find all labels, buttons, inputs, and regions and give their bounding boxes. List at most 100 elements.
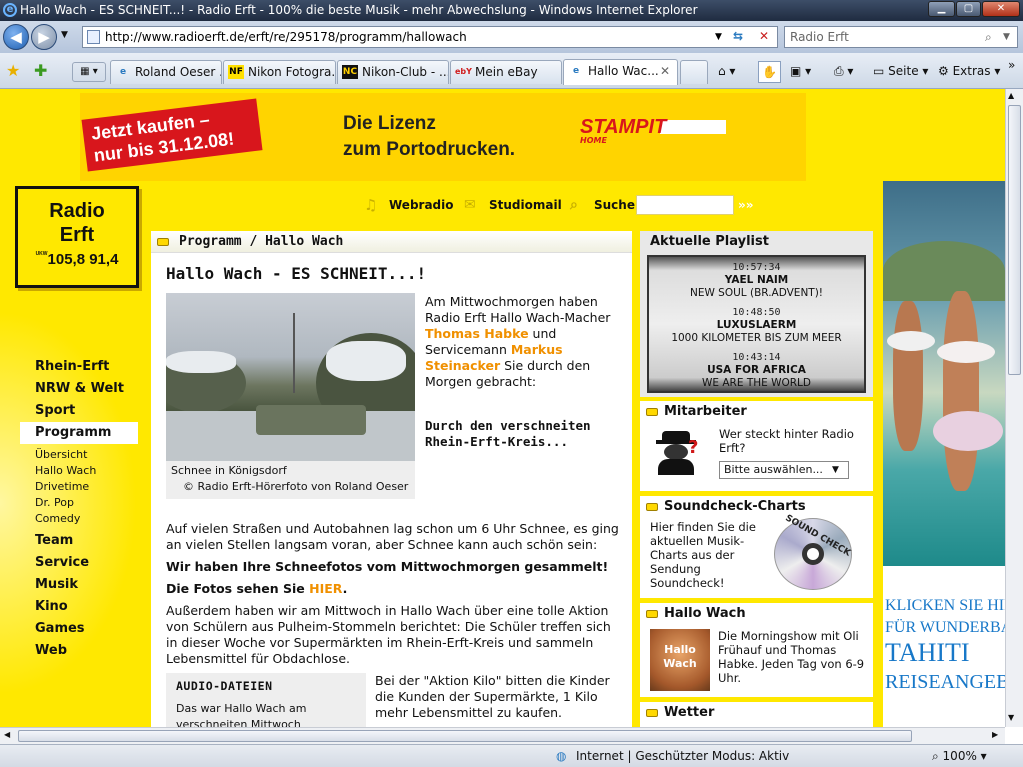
header-marker-icon: [646, 503, 658, 511]
address-bar: ◀ ▶ ▼ http://www.radioerft.de/erft/re/29…: [0, 21, 1023, 53]
stampit-sub: HOME: [580, 136, 607, 145]
print-icon[interactable]: ⎙ ▾: [834, 61, 853, 81]
scroll-down-icon[interactable]: ▼: [1008, 713, 1014, 722]
stop-icon[interactable]: ✕: [759, 27, 769, 46]
tab-nikon-club[interactable]: NC Nikon-Club - ...: [337, 60, 449, 84]
url-input[interactable]: http://www.radioerft.de/erft/re/295178/p…: [82, 26, 778, 48]
vertical-scrollbar[interactable]: ▲ ▼: [1005, 89, 1023, 727]
maximize-button[interactable]: ▢: [956, 1, 981, 17]
playlist-time: 10:48:50: [732, 307, 781, 318]
favorites-star-icon[interactable]: ★: [6, 61, 20, 80]
mitarbeiter-header: Mitarbeiter: [640, 401, 873, 423]
page-menu[interactable]: ▭ Seite ▾: [873, 61, 928, 81]
ebay-icon: ebY: [455, 67, 472, 76]
scroll-left-icon[interactable]: ◀: [4, 730, 10, 739]
webradio-link[interactable]: Webradio: [389, 195, 454, 215]
nav-programm[interactable]: Programm: [20, 422, 138, 444]
nav-service[interactable]: Service: [20, 552, 138, 574]
logo-line2: Erft: [59, 224, 95, 246]
refresh-icon[interactable]: ⇆: [733, 27, 743, 46]
nav-sub-comedy[interactable]: Comedy: [20, 511, 138, 527]
radio-erft-logo[interactable]: Radio Erft UKW105,8 91,4: [15, 186, 139, 288]
caption-text: Schnee in Königsdorf: [171, 464, 287, 477]
mitarbeiter-select[interactable]: Bitte auswählen... ▼: [719, 461, 849, 479]
header-marker-icon: [646, 709, 658, 717]
chevron-down-icon: ▼: [832, 465, 839, 475]
back-button[interactable]: ◀: [3, 24, 29, 50]
playlist-artist: USA FOR AFRICA: [707, 364, 806, 376]
soundcheck-cd-icon[interactable]: SOUND CHECK: [774, 513, 852, 590]
playlist-title: Aktuelle Playlist: [650, 234, 769, 249]
hallo-wach-title: Hallo Wach: [664, 606, 746, 621]
home-icon[interactable]: ⌂ ▾: [718, 61, 735, 81]
security-zone[interactable]: Internet | Geschützter Modus: Aktiv: [576, 745, 789, 767]
globe-icon: ◍: [556, 749, 567, 763]
ad-line2: FÜR WUNDERBA: [885, 619, 1005, 636]
new-tab-button[interactable]: [680, 60, 708, 84]
hallo-wach-header: Hallo Wach: [640, 603, 873, 625]
nav-web[interactable]: Web: [20, 640, 138, 662]
audio-files-text[interactable]: Das war Hallo Wach am verschneiten Mittw…: [176, 701, 356, 727]
studiomail-link[interactable]: Studiomail: [489, 195, 562, 215]
hallo-wach-thumbnail[interactable]: Hallo Wach: [650, 629, 710, 691]
search-input[interactable]: Radio Erft ⌕ ▼: [784, 26, 1018, 48]
tab-roland-oeser[interactable]: e Roland Oeser ...: [110, 60, 222, 84]
site-search-go-button[interactable]: »»: [738, 195, 754, 215]
horizontal-scroll-thumb[interactable]: [18, 730, 912, 742]
close-button[interactable]: ✕: [982, 1, 1020, 17]
more-tools-icon[interactable]: »: [1008, 55, 1015, 75]
feeds-icon[interactable]: ▣ ▾: [790, 61, 811, 81]
tab-hallo-wach[interactable]: e Hallo Wac... ✕: [563, 59, 678, 85]
url-dropdown-icon[interactable]: ▼: [715, 27, 722, 47]
nav-sub-hallo-wach[interactable]: Hallo Wach: [20, 463, 138, 479]
hallo-wach-box: Hallo Wach Hallo Wach Die Morningshow mi…: [640, 603, 873, 697]
snow-photo[interactable]: [166, 293, 415, 461]
playlist-display: 10:57:34 YAEL NAIM NEW SOUL (BR.ADVENT)!…: [647, 255, 866, 393]
nav-games[interactable]: Games: [20, 618, 138, 640]
hand-icon[interactable]: ✋: [758, 61, 781, 83]
tab-mein-ebay[interactable]: ebY Mein eBay: [450, 60, 562, 84]
nav-sub-dr-pop[interactable]: Dr. Pop: [20, 495, 138, 511]
add-favorite-icon[interactable]: ✚: [34, 61, 47, 80]
playlist-song: NEW SOUL (BR.ADVENT)!: [689, 287, 824, 299]
ad-line1: KLICKEN SIE HIE: [885, 597, 1005, 614]
tab-nikon-fotografie[interactable]: NF Nikon Fotogra...: [223, 60, 336, 84]
tools-menu[interactable]: ⚙ Extras ▾: [938, 61, 1000, 81]
header-marker-icon: [646, 408, 658, 416]
quick-tabs-icon[interactable]: ▦ ▾: [72, 62, 106, 82]
header-marker-icon: [646, 610, 658, 618]
close-tab-icon[interactable]: ✕: [660, 60, 670, 82]
search-icon[interactable]: ⌕: [985, 27, 992, 47]
nav-musik[interactable]: Musik: [20, 574, 138, 596]
scroll-right-icon[interactable]: ▶: [992, 730, 998, 739]
nav-kino[interactable]: Kino: [20, 596, 138, 618]
hallo-wach-text: Die Morningshow mit Oli Frühauf und Thom…: [718, 629, 865, 685]
horizontal-scrollbar[interactable]: ◀ ▶: [0, 727, 1005, 744]
minimize-button[interactable]: ▁: [928, 1, 955, 17]
site-search-input[interactable]: [636, 195, 734, 215]
history-dropdown-icon[interactable]: ▼: [61, 30, 68, 40]
nav-sport[interactable]: Sport: [20, 400, 138, 422]
search-dropdown-icon[interactable]: ▼: [1003, 27, 1010, 47]
scroll-up-icon[interactable]: ▲: [1008, 91, 1014, 100]
logo-freq-text: 105,8 91,4: [47, 251, 119, 268]
vertical-scroll-thumb[interactable]: [1008, 105, 1021, 375]
nav-sub-drivetime[interactable]: Drivetime: [20, 479, 138, 495]
banner-text: Die Lizenz zum Portodrucken.: [343, 111, 515, 163]
ie-icon: e: [119, 67, 127, 77]
playlist-song: WE ARE THE WORLD: [702, 377, 811, 389]
forward-button[interactable]: ▶: [31, 24, 57, 50]
nav-rhein-erft[interactable]: Rhein-Erft: [20, 356, 138, 378]
main-nav: Rhein-Erft NRW & Welt Sport Programm Übe…: [20, 356, 138, 662]
nav-nrw-welt[interactable]: NRW & Welt: [20, 378, 138, 400]
nav-team[interactable]: Team: [20, 530, 138, 552]
zoom-control[interactable]: ⌕ 100% ▾: [932, 745, 987, 767]
wetter-title: Wetter: [664, 705, 715, 720]
tahiti-ad[interactable]: KLICKEN SIE HIE FÜR WUNDERBA TAHITI REIS…: [883, 181, 1005, 727]
audio-files-title: AUDIO-DATEIEN: [176, 679, 273, 693]
thomas-habke-link[interactable]: Thomas Habke: [425, 326, 529, 341]
hier-link[interactable]: HIER: [309, 581, 343, 596]
nav-sub-uebersicht[interactable]: Übersicht: [20, 447, 138, 463]
web-page: Jetzt kaufen – nur bis 31.12.08! Die Liz…: [0, 89, 1005, 727]
article-para-1: Auf vielen Straßen und Autobahnen lag sc…: [166, 521, 619, 552]
